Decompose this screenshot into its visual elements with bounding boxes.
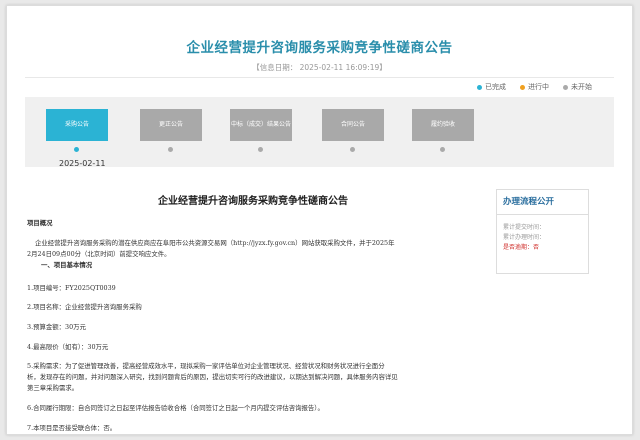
item-requirements-3: 第三章采购需求。	[27, 384, 79, 392]
step-acceptance[interactable]: 履约验收	[412, 109, 474, 141]
overview-text-1: 企业经营提升咨询服务采购的潜在供应商应在阜阳市公共资源交易网（http://jy…	[35, 239, 395, 247]
legend-in-progress-label: 进行中	[528, 83, 549, 91]
step-award-result[interactable]: 中标（成交）结果公告	[230, 109, 292, 141]
item-requirements-1: 5.采购需求：为了促进管理改善，提高经营成效水平，现拟采购一家评估单位对企业管理…	[27, 362, 385, 370]
step-dot-icon	[168, 147, 173, 152]
page-title: 企业经营提升咨询服务采购竞争性磋商公告	[186, 40, 453, 56]
header-divider	[25, 77, 614, 78]
overview-heading: 项目概况	[27, 219, 53, 227]
item-project-number: 1.项目编号：FY2025QT0039	[27, 284, 116, 292]
status-legend: 已完成 进行中 未开始	[477, 82, 592, 92]
item-contract-period: 6.合同履行期限：自合同签订之日起至评估报告验收合格（合同签订之日起一个月内提交…	[27, 404, 324, 412]
step-dot-icon	[258, 147, 263, 152]
legend-not-started: 未开始	[563, 82, 592, 92]
step-dot-icon	[440, 147, 445, 152]
section1-heading: 一、项目基本情况	[41, 261, 93, 269]
info-date: 【信息日期： 2025-02-11 16:09:19】	[252, 63, 387, 72]
item-consortium: 7.本项目是否接受联合体：否。	[27, 424, 117, 432]
item-requirements-2: 析，发现存在的问题，并对问题深入研究，找到问题背后的原因，提出切实可行的改进建议…	[27, 373, 398, 381]
step-dot-icon	[350, 147, 355, 152]
panel-title: 办理流程公开	[497, 190, 588, 215]
legend-done: 已完成	[477, 82, 506, 92]
step-dot-icon	[74, 147, 79, 152]
item-project-name: 2.项目名称：企业经营提升咨询服务采购	[27, 303, 142, 311]
process-bar: 采购公告 更正公告 中标（成交）结果公告 合同公告 履约验收 2025-02-1…	[25, 97, 614, 168]
process-disclosure-panel: 办理流程公开 累计提交时间： 累计办理时间： 是否逾期：否	[496, 189, 589, 274]
page-frame: 企业经营提升咨询服务采购竞争性磋商公告 【信息日期： 2025-02-11 16…	[6, 5, 633, 435]
step-date: 2025-02-11	[59, 159, 106, 168]
handle-time: 累计办理时间：	[503, 234, 546, 241]
in-progress-dot-icon	[520, 84, 525, 90]
legend-in-progress: 进行中	[520, 82, 549, 92]
overview-text-2: 2月24日09点00分（北京时间）前提交响应文件。	[27, 250, 171, 258]
document-title: 企业经营提升咨询服务采购竞争性磋商公告	[158, 196, 348, 207]
submit-time: 累计提交时间：	[503, 224, 546, 231]
item-budget: 3.预算金额：30万元	[27, 323, 86, 331]
step-procurement-notice[interactable]: 采购公告	[46, 109, 108, 141]
done-dot-icon	[477, 84, 482, 90]
step-contract-notice[interactable]: 合同公告	[322, 109, 384, 141]
legend-done-label: 已完成	[485, 83, 506, 91]
legend-not-started-label: 未开始	[571, 83, 592, 91]
step-correction-notice[interactable]: 更正公告	[140, 109, 202, 141]
overdue-status: 是否逾期：否	[503, 244, 540, 251]
not-started-dot-icon	[563, 84, 568, 90]
item-max-price: 4.最高限价（如有）：30万元	[27, 343, 109, 351]
